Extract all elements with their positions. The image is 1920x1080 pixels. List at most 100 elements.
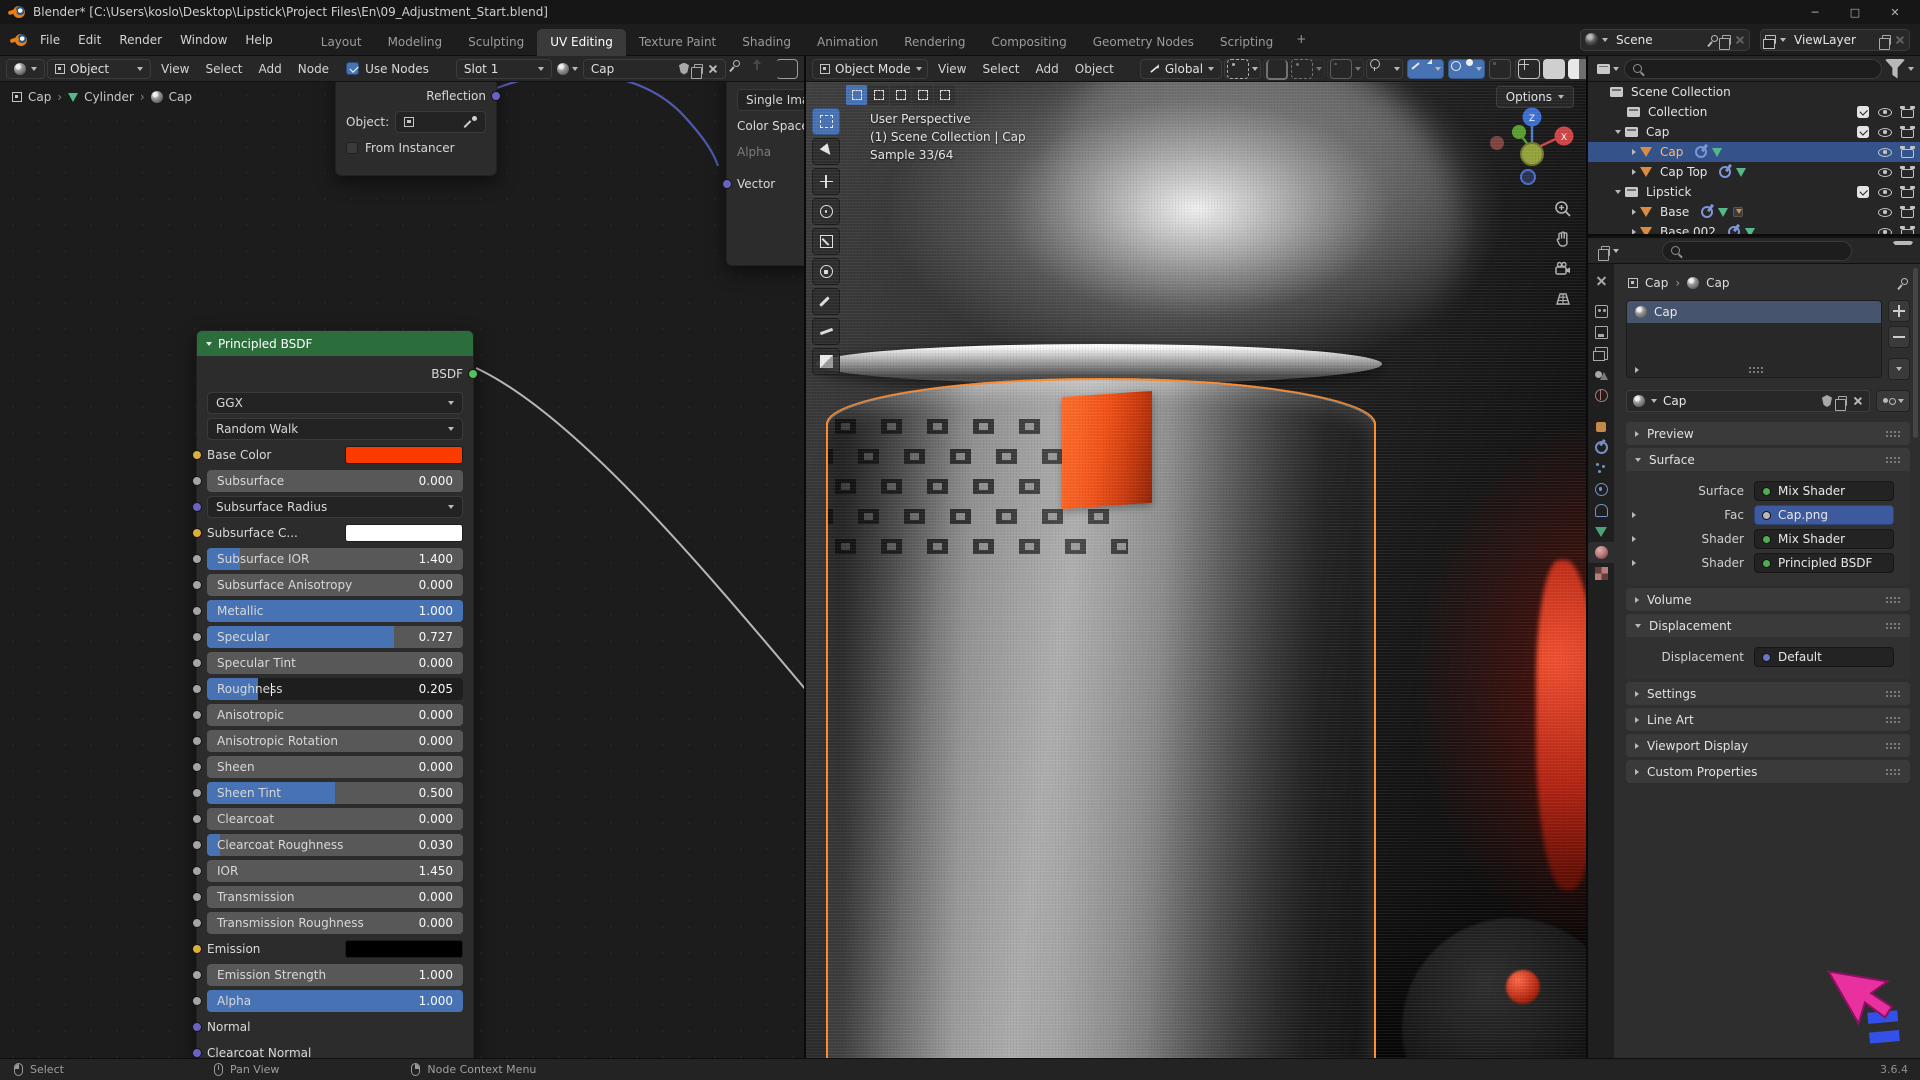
unlink-icon[interactable]	[708, 64, 718, 74]
properties-tab-output[interactable]	[1588, 322, 1614, 343]
slider-anisotropic[interactable]: Anisotropic0.000	[207, 704, 463, 726]
input-socket[interactable]	[192, 710, 202, 720]
show-overlays-icon[interactable]	[1451, 59, 1473, 79]
panel-header-volume[interactable]: Volume	[1626, 588, 1910, 611]
input-socket[interactable]	[192, 684, 202, 694]
camera-toggle-icon[interactable]	[1901, 109, 1914, 118]
copy-icon[interactable]	[694, 64, 703, 74]
properties-tab-material[interactable]	[1588, 542, 1614, 563]
select-invert-mode[interactable]	[912, 85, 933, 105]
panel-header-surface[interactable]: Surface	[1626, 448, 1910, 471]
material-browse-button[interactable]	[554, 59, 581, 79]
properties-tab-object[interactable]	[1588, 416, 1614, 437]
properties-tab-texture[interactable]	[1588, 563, 1614, 584]
cursor-tool-button[interactable]	[812, 138, 840, 165]
camera-toggle-icon[interactable]	[1901, 129, 1914, 138]
material-slot[interactable]: Cap	[1627, 301, 1881, 323]
node-canvas[interactable]: Cap›Cylinder›Cap Reflection Object: From…	[0, 82, 804, 1058]
expand-caret-icon[interactable]	[1632, 149, 1636, 155]
properties-display-mode[interactable]	[1594, 241, 1622, 261]
workspace-tab-geometry-nodes[interactable]: Geometry Nodes	[1080, 29, 1207, 56]
panel-header-settings[interactable]: Settings	[1626, 682, 1910, 705]
slider-emission-strength[interactable]: Emission Strength1.000	[207, 964, 463, 986]
navigation-gizmo[interactable]: Z X	[1486, 104, 1578, 196]
drag-grip-icon[interactable]	[1885, 768, 1901, 776]
viewlayer-selector[interactable]: ViewLayer	[1760, 29, 1910, 51]
properties-tab-render[interactable]	[1588, 301, 1614, 322]
check-toggle-icon[interactable]	[1857, 106, 1869, 118]
input-socket[interactable]	[192, 502, 202, 512]
properties-tab-tool[interactable]	[1588, 270, 1614, 291]
breadcrumb-item[interactable]: Cap	[1645, 276, 1668, 290]
copy-icon[interactable]	[1722, 35, 1731, 45]
remove-slot-button[interactable]	[1888, 326, 1910, 348]
input-socket[interactable]	[192, 840, 202, 850]
pin-icon[interactable]	[1896, 277, 1908, 289]
panel-header-preview[interactable]: Preview	[1626, 422, 1910, 445]
workspace-tab-rendering[interactable]: Rendering	[891, 29, 978, 56]
outliner-row-collection[interactable]: Collection	[1588, 102, 1920, 122]
input-socket[interactable]	[192, 580, 202, 590]
vector-input-socket[interactable]	[722, 179, 732, 189]
properties-search[interactable]	[1662, 241, 1852, 261]
slider-sheen-tint[interactable]: Sheen Tint0.500	[207, 782, 463, 804]
input-socket[interactable]	[192, 762, 202, 772]
breadcrumb-item[interactable]: Cap	[1706, 276, 1729, 290]
input-socket[interactable]	[192, 450, 202, 460]
box-select-tool-button[interactable]	[812, 108, 840, 135]
eye-toggle-icon[interactable]	[1878, 228, 1892, 235]
workspace-tab-compositing[interactable]: Compositing	[978, 29, 1079, 56]
material-id-field[interactable]: Cap	[1626, 390, 1870, 412]
shader-menu-view[interactable]: View	[153, 59, 197, 79]
resize-grip[interactable]	[1748, 366, 1764, 374]
properties-tab-world[interactable]	[1588, 385, 1614, 406]
minimize-button[interactable]: ─	[1798, 2, 1832, 22]
menu-edit[interactable]: Edit	[69, 30, 110, 50]
input-socket[interactable]	[192, 944, 202, 954]
outliner-display-mode[interactable]	[1594, 59, 1622, 79]
workspace-tab-layout[interactable]: Layout	[308, 29, 375, 56]
use-nodes-checkbox[interactable]: Use Nodes	[343, 59, 432, 79]
workspace-tab-uv-editing[interactable]: UV Editing	[537, 29, 626, 56]
dropdown-ggx[interactable]: GGX	[207, 392, 463, 414]
color-swatch-emission[interactable]	[345, 940, 463, 958]
copy-icon[interactable]	[1882, 35, 1891, 45]
bsdf-output-socket[interactable]	[468, 369, 478, 379]
input-socket[interactable]	[192, 970, 202, 980]
move-tool-button[interactable]	[812, 168, 840, 195]
input-socket[interactable]	[192, 554, 202, 564]
value-mix-shader[interactable]: Mix Shader	[1754, 529, 1894, 549]
proportional-edit-icon[interactable]	[1330, 59, 1352, 79]
select-extend-mode[interactable]	[868, 85, 889, 105]
checkbox-unchecked-icon[interactable]	[346, 142, 358, 154]
rotate-tool-button[interactable]	[812, 198, 840, 225]
drag-grip-icon[interactable]	[1885, 716, 1901, 724]
expand-caret-icon[interactable]	[1632, 209, 1636, 215]
camera-toggle-icon[interactable]	[1901, 169, 1914, 178]
blender-menu-icon[interactable]	[10, 34, 27, 46]
viewport-menu-view[interactable]: View	[930, 59, 974, 79]
properties-tab-data[interactable]	[1588, 521, 1614, 542]
slider-subsurface[interactable]: Subsurface0.000	[207, 470, 463, 492]
options-button[interactable]: Options	[1496, 86, 1574, 108]
slider-clearcoat[interactable]: Clearcoat0.000	[207, 808, 463, 830]
grid-icon[interactable]	[1554, 290, 1572, 308]
panel-header-custom-properties[interactable]: Custom Properties	[1626, 760, 1910, 783]
value-principled-bsdf[interactable]: Principled BSDF	[1754, 553, 1894, 573]
check-toggle-icon[interactable]	[1857, 186, 1869, 198]
mode-dropdown[interactable]: Object Mode	[812, 59, 928, 79]
image-texture-node[interactable]: Single Ima Color SpaceAlpha Vector	[726, 82, 804, 266]
pivot-point-icon[interactable]	[1227, 59, 1249, 79]
projection-dropdown[interactable]: Single Ima	[737, 89, 804, 111]
object-field[interactable]	[395, 111, 486, 133]
collapse-node-icon[interactable]	[206, 342, 212, 346]
input-socket[interactable]	[192, 632, 202, 642]
texture-coordinate-node[interactable]: Reflection Object: From Instancer	[335, 82, 497, 176]
slider-sheen[interactable]: Sheen0.000	[207, 756, 463, 778]
input-socket[interactable]	[192, 814, 202, 824]
value-cap-png[interactable]: Cap.png	[1754, 505, 1894, 525]
slider-transmission-roughness[interactable]: Transmission Roughness0.000	[207, 912, 463, 934]
fake-user-icon[interactable]	[679, 63, 689, 75]
shader-type-dropdown[interactable]: Object	[47, 59, 151, 79]
material-slot-list[interactable]: Cap	[1626, 300, 1882, 378]
